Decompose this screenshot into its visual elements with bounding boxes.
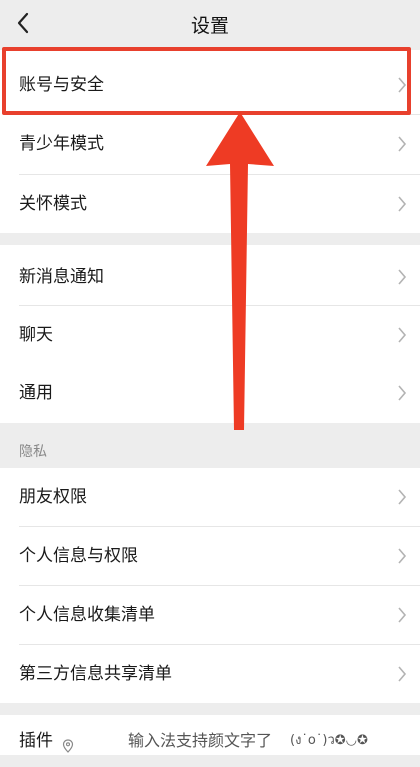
page-title: 设置 xyxy=(190,15,229,37)
settings-item-label: 新消息通知 xyxy=(19,267,104,287)
settings-item-plugins[interactable]: 插件 输入法支持颜文字了 (ง˙o˙)ว✪◡✪ xyxy=(0,715,420,755)
settings-item-label: 通用 xyxy=(19,383,53,403)
header: 设置 xyxy=(0,0,420,46)
chevron-right-icon xyxy=(398,548,407,564)
plugin-label: 插件 xyxy=(19,731,53,751)
chevron-right-icon xyxy=(398,327,407,343)
chevron-right-icon xyxy=(398,196,407,212)
chevron-right-icon xyxy=(398,136,407,152)
chevron-right-icon xyxy=(398,269,407,285)
settings-item-third-party-sharing-list[interactable]: 第三方信息共享清单 xyxy=(0,645,420,703)
chevron-right-icon xyxy=(398,607,407,623)
settings-item-label: 朋友权限 xyxy=(19,487,87,507)
settings-item-friend-permissions[interactable]: 朋友权限 xyxy=(0,468,420,526)
settings-item-info-collection-list[interactable]: 个人信息收集清单 xyxy=(0,586,420,644)
plugin-hint-text: 输入法支持颜文字了 xyxy=(128,731,273,750)
settings-item-label: 关怀模式 xyxy=(19,194,87,214)
chevron-right-icon xyxy=(398,666,407,682)
plugin-emoji-text: (ง˙o˙)ว✪◡✪ xyxy=(290,733,368,748)
settings-item-label: 个人信息收集清单 xyxy=(19,605,155,625)
annotation-arrow-icon xyxy=(206,112,274,430)
chevron-right-icon xyxy=(398,489,407,505)
highlight-box xyxy=(2,47,411,115)
settings-item-label: 青少年模式 xyxy=(19,134,104,154)
chevron-right-icon xyxy=(398,385,407,401)
section-label-privacy: 隐私 xyxy=(19,444,47,460)
settings-item-label: 聊天 xyxy=(19,325,53,345)
settings-screen: 设置 账号与安全 青少年模式 关怀模式 新消息通知 聊天 通用 隐私 朋友权限 … xyxy=(0,0,420,755)
location-pin-icon xyxy=(62,739,74,753)
settings-item-label: 第三方信息共享清单 xyxy=(19,664,172,684)
settings-item-label: 个人信息与权限 xyxy=(19,546,138,566)
settings-item-personal-info-permissions[interactable]: 个人信息与权限 xyxy=(0,527,420,585)
privacy-group: 朋友权限 个人信息与权限 个人信息收集清单 第三方信息共享清单 xyxy=(0,468,420,703)
